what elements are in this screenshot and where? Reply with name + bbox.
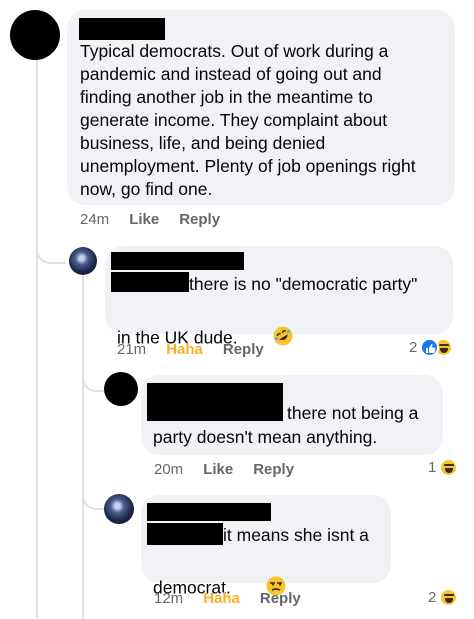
thread-connector: [82, 480, 104, 510]
haha-reaction-icon: [439, 588, 459, 607]
reaction-count: 2: [409, 339, 418, 356]
reply-text-line: party doesn't mean anything.: [153, 427, 378, 447]
reply-button[interactable]: Reply: [260, 590, 301, 608]
thread-connector: [82, 362, 104, 392]
reply-actions: 12m Haha Reply: [154, 590, 301, 608]
redacted-author-name[interactable]: [111, 272, 189, 292]
haha-reaction-button[interactable]: Haha: [166, 341, 203, 359]
thread-line-main: [36, 58, 38, 618]
reply-text-line: there not being a: [287, 403, 419, 423]
reply-text-line: democrat.: [153, 552, 287, 619]
reply-text-line: in the UK dude.: [117, 302, 294, 376]
redacted-author-name[interactable]: [147, 503, 271, 521]
like-button[interactable]: Like: [203, 461, 233, 479]
comment-timestamp[interactable]: 24m: [80, 211, 109, 229]
redacted-author-name[interactable]: [79, 18, 165, 40]
reply-actions: 20m Like Reply: [154, 461, 294, 479]
haha-reaction-button[interactable]: Haha: [203, 590, 240, 608]
reaction-count: 2: [428, 589, 437, 606]
reaction-summary[interactable]: 2: [428, 588, 459, 607]
thread-connector: [36, 480, 38, 482]
redacted-author-name[interactable]: [111, 252, 244, 270]
reaction-count: 1: [428, 459, 437, 476]
reply-bubble: it means she isnt a democrat.: [141, 495, 391, 598]
reply-actions: 21m Haha Reply: [117, 341, 264, 359]
reply-timestamp[interactable]: 20m: [154, 461, 183, 479]
avatar[interactable]: [10, 10, 60, 60]
reply-button[interactable]: Reply: [253, 461, 294, 479]
avatar[interactable]: [104, 494, 134, 524]
thread-line-nested: [82, 275, 84, 619]
comment-bubble: Typical democrats. Out of work during a …: [67, 10, 455, 205]
rolling-on-floor-laughing-icon: [243, 302, 294, 376]
thread-connector: [36, 230, 66, 264]
reply-text-line: it means she isnt a: [223, 525, 369, 545]
avatar[interactable]: [104, 372, 138, 406]
reply-text-line: there is no "democratic party": [189, 274, 418, 294]
reply-timestamp[interactable]: 12m: [154, 590, 183, 608]
reply-bubble: there not being a party doesn't mean any…: [141, 375, 443, 455]
comment-actions: 24m Like Reply: [80, 211, 220, 229]
reaction-summary[interactable]: 1: [428, 458, 459, 477]
haha-reaction-icon: [439, 458, 459, 477]
unamused-face-icon: [236, 552, 287, 619]
reply-button[interactable]: Reply: [223, 341, 264, 359]
reply-timestamp[interactable]: 21m: [117, 341, 146, 359]
redacted-author-name[interactable]: [147, 383, 283, 421]
reply-button[interactable]: Reply: [179, 211, 220, 229]
reaction-summary[interactable]: 2: [409, 338, 454, 357]
comment-text: Typical democrats. Out of work during a …: [80, 41, 416, 199]
redacted-author-name[interactable]: [147, 523, 223, 545]
avatar[interactable]: [69, 247, 97, 275]
like-button[interactable]: Like: [129, 211, 159, 229]
reply-bubble: there is no "democratic party" in the UK…: [105, 246, 453, 348]
